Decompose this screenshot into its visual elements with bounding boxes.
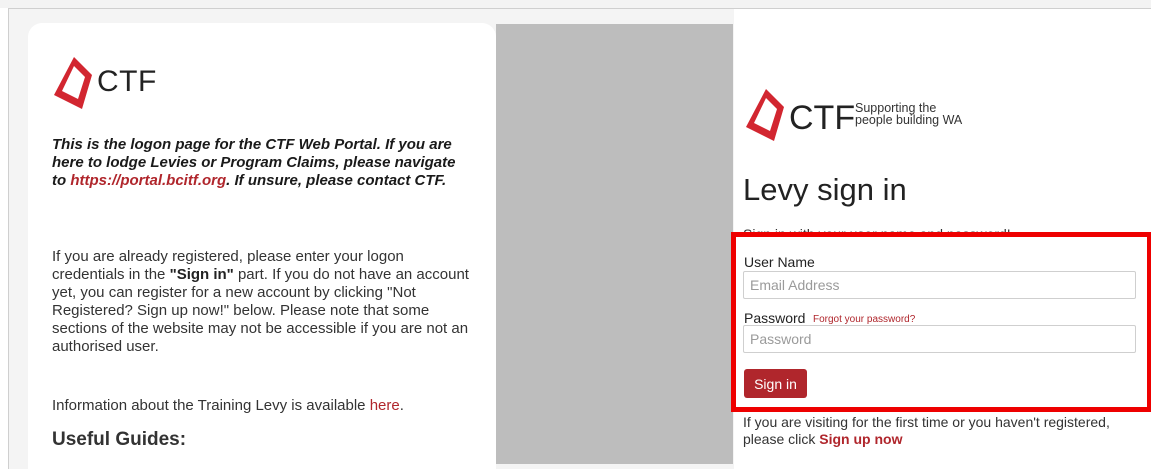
ctf-tagline-line2: people building WA (855, 113, 963, 127)
signup-link[interactable]: Sign up now (819, 431, 902, 447)
ctf-logo: CTF (52, 53, 212, 113)
levy-info-end: . (399, 397, 404, 414)
window-top-strip (0, 0, 1151, 8)
levy-info-text: Information about the Training Levy is a… (52, 397, 370, 414)
password-input[interactable] (743, 325, 1136, 353)
portal-link[interactable]: https://portal.bcitf.org (70, 172, 226, 189)
ctf-brand-logo-icon (746, 89, 784, 141)
intro-text: This is the logon page for the CTF Web P… (52, 136, 467, 190)
username-label: User Name (744, 254, 815, 270)
useful-guides-heading: Useful Guides: (52, 429, 187, 450)
signin-button[interactable]: Sign in (744, 369, 807, 398)
intro-text-part2: . If unsure, please contact CTF. (226, 172, 447, 189)
gray-divider-column (496, 24, 733, 464)
ctf-logo-text: CTF (97, 65, 157, 98)
ctf-brand-logo: CTF Supporting the people building WA (744, 85, 1004, 145)
levy-info-link[interactable]: here (370, 397, 400, 414)
password-label: Password (744, 310, 806, 326)
ctf-brand-logo-text: CTF (789, 99, 856, 137)
forgot-password-link[interactable]: Forgot your password? (813, 314, 915, 325)
signup-prompt-text: If you are visiting for the first time o… (743, 414, 1110, 447)
signin-title: Levy sign in (743, 172, 907, 207)
username-input[interactable] (743, 271, 1136, 299)
ctf-tagline: Supporting the people building WA (855, 102, 963, 127)
signup-prompt: If you are visiting for the first time o… (743, 414, 1143, 448)
ctf-logo-icon (54, 57, 92, 109)
registration-info: If you are already registered, please en… (52, 248, 472, 356)
registration-info-bold: "Sign in" (169, 266, 234, 283)
levy-info: Information about the Training Levy is a… (52, 397, 472, 415)
